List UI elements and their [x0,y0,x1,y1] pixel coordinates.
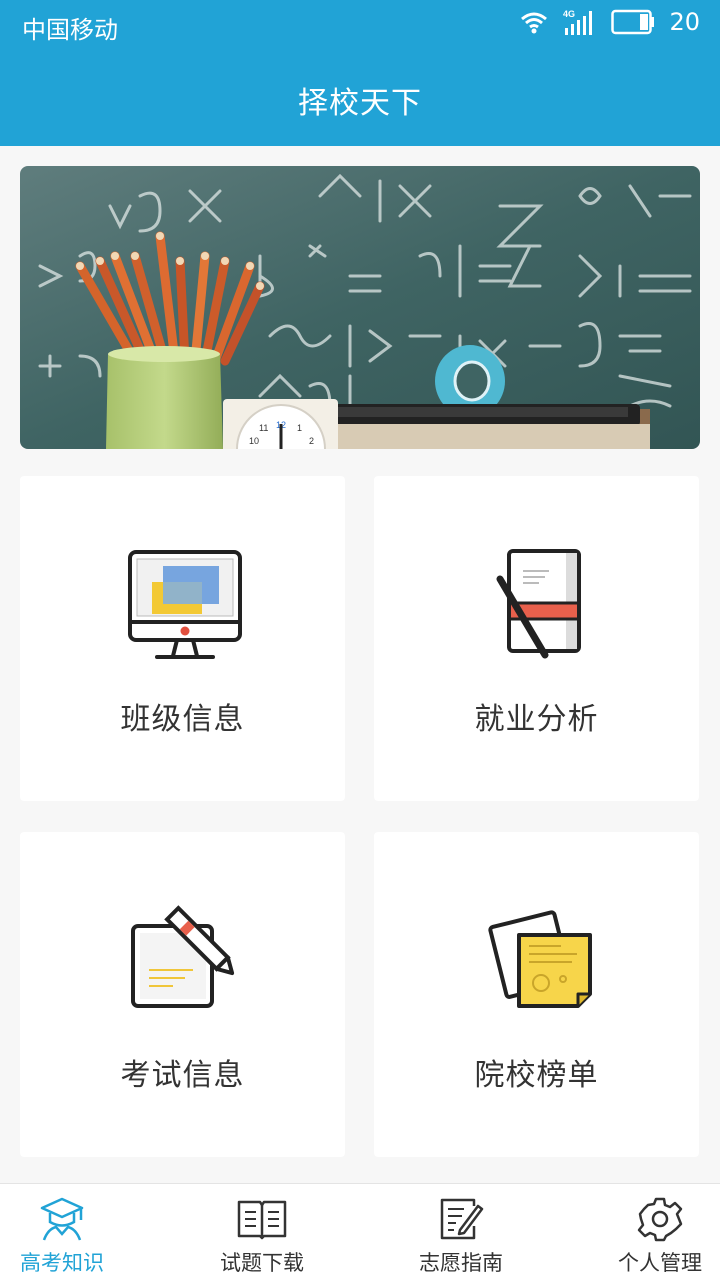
paper-pencil-icon [130,905,234,1008]
svg-text:10: 10 [249,436,259,446]
card-exam-info-label: 考试信息 [120,1058,245,1093]
tab-question-download-label: 试题下载 [220,1251,304,1275]
monitor-icon [127,550,242,659]
book-icon [237,1200,287,1240]
tab-application-guide[interactable]: 志愿指南 [371,1184,551,1280]
signal-icon: 4G [563,9,593,35]
battery-icon [611,9,655,35]
card-class-info[interactable]: 班级信息 [20,476,345,801]
tab-question-download[interactable]: 试题下载 [172,1184,352,1280]
graduate-icon [40,1197,84,1241]
status-bar: 中国移动 4G 20 [0,0,720,52]
battery-level: 20 [669,8,700,36]
wifi-icon [521,12,548,34]
banner-image[interactable]: 12 11 1 10 2 [20,166,700,449]
classroom-illustration: 12 11 1 10 2 [20,166,700,449]
page-title: 择校天下 [298,86,422,121]
card-exam-info[interactable]: 考试信息 [20,832,345,1157]
sticky-notes-icon [487,910,592,1008]
svg-text:11: 11 [259,423,268,433]
network-type: 4G [563,9,575,19]
app-header: 中国移动 4G 20 择校天下 [0,0,720,146]
edit-document-icon [440,1198,484,1240]
tab-gaokao-knowledge-label: 高考知识 [20,1251,104,1275]
notebook-pen-icon [496,549,581,659]
bottom-tab-bar: 高考知识 试题下载 志愿指南 个人管理 [0,1183,720,1280]
carrier-name: 中国移动 [22,16,118,44]
svg-text:1: 1 [297,423,302,433]
card-employment-analysis-label: 就业分析 [474,702,599,737]
tab-personal-management[interactable]: 个人管理 [570,1184,720,1280]
tab-gaokao-knowledge[interactable]: 高考知识 [0,1184,152,1280]
card-employment-analysis[interactable]: 就业分析 [374,476,699,801]
card-college-rankings[interactable]: 院校榜单 [374,832,699,1157]
tab-application-guide-label: 志愿指南 [419,1251,503,1275]
card-class-info-label: 班级信息 [120,702,245,737]
gear-icon [637,1197,683,1242]
svg-text:2: 2 [309,436,314,446]
status-icons: 4G 20 [519,8,700,36]
tab-personal-management-label: 个人管理 [618,1251,702,1275]
card-college-rankings-label: 院校榜单 [474,1058,599,1093]
